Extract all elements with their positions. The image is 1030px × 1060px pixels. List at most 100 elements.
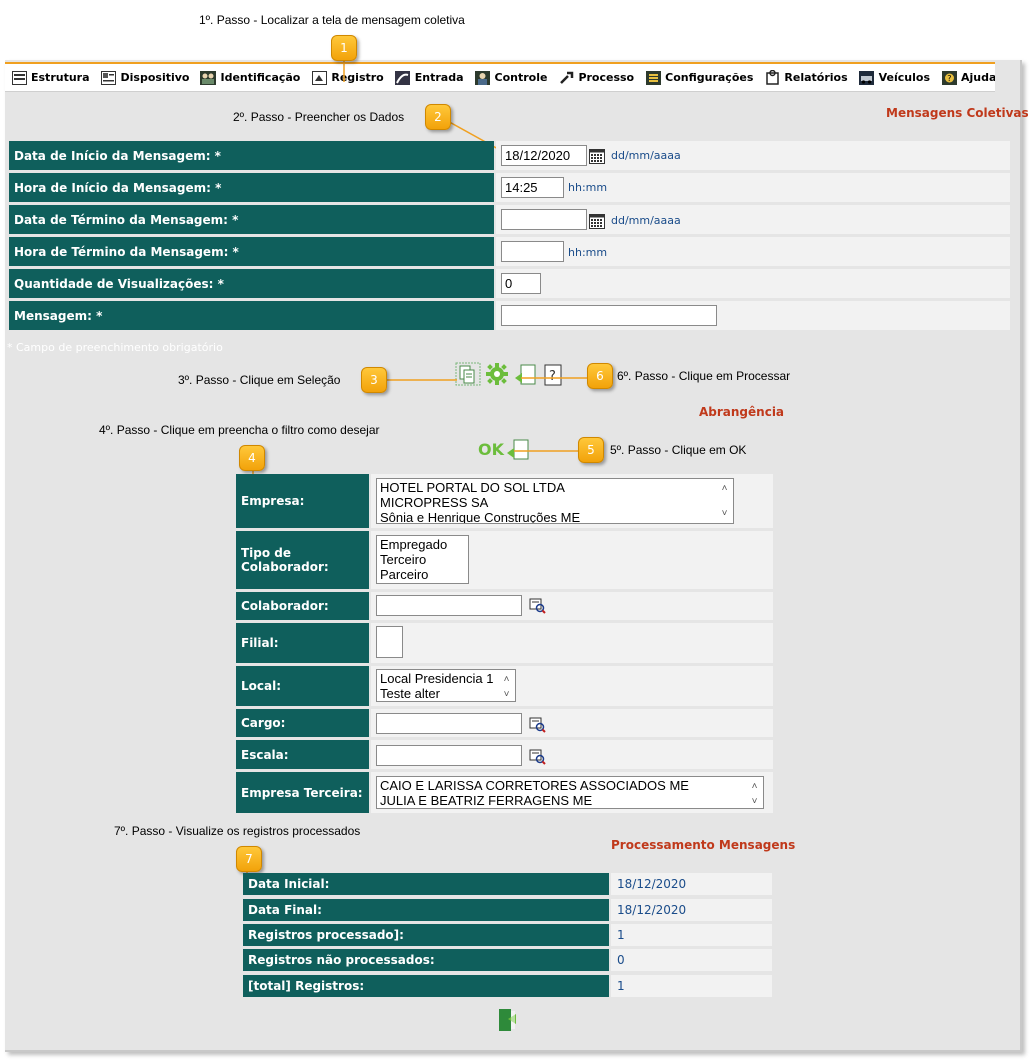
start-time-input[interactable] (501, 177, 564, 198)
results-label-processed: Registros processado]: (243, 924, 609, 946)
end-date-format: dd/mm/aaaa (611, 214, 681, 227)
chevron-up-icon[interactable]: ˄ (504, 672, 510, 687)
views-label: Quantidade de Visualizações: * (9, 269, 494, 298)
message-label: Mensagem: * (9, 301, 494, 330)
lookup-icon[interactable] (529, 717, 546, 733)
results-label-start-date: Data Inicial: (243, 873, 609, 895)
collab-type-label: Tipo de Colaborador: (236, 531, 369, 589)
results-label-end-date: Data Final: (243, 899, 609, 921)
results-value-end-date: 18/12/2020 (611, 899, 772, 921)
lookup-icon[interactable] (529, 749, 546, 765)
end-time-label: Hora de Término da Mensagem: * (9, 237, 494, 266)
list-item[interactable]: Terceiro (380, 552, 465, 567)
scrollbar[interactable]: ˄ ˅ (498, 670, 515, 701)
device-icon (101, 70, 117, 85)
required-note: * Campo de preenchimento obrigatório (7, 341, 223, 354)
position-label: Cargo: (236, 709, 369, 737)
position-input[interactable] (376, 713, 522, 734)
start-time-format: hh:mm (568, 181, 608, 194)
location-label: Local: (236, 666, 369, 706)
menu-veiculos[interactable]: Veículos (859, 70, 930, 85)
list-item[interactable]: MICROPRESS SA (380, 495, 730, 510)
menu-processo[interactable]: Processo (558, 70, 634, 85)
menu-configuracoes[interactable]: Configurações (645, 70, 753, 85)
results-label-total: [total] Registros: (243, 975, 609, 997)
control-icon (475, 70, 491, 85)
settings-icon (645, 70, 661, 85)
chevron-down-icon[interactable]: ˅ (722, 506, 728, 521)
step5-note: 5º. Passo - Clique em OK (610, 443, 747, 457)
form-title: Mensagens Coletivas (886, 106, 1029, 120)
company-listbox[interactable]: HOTEL PORTAL DO SOL LTDA MICROPRESS SA S… (376, 478, 734, 524)
company-label: Empresa: (236, 474, 369, 528)
step4-note: 4º. Passo - Clique em preencha o filtro … (99, 423, 380, 437)
menu-estrutura[interactable]: Estrutura (11, 70, 90, 85)
chevron-down-icon[interactable]: ˅ (752, 794, 758, 808)
collaborator-label: Colaborador: (236, 592, 369, 620)
chevron-up-icon[interactable]: ˄ (722, 481, 728, 496)
location-listbox[interactable]: Local Presidencia 1 Teste alter ˄ ˅ (376, 669, 516, 702)
results-label-not-processed: Registros não processados: (243, 949, 609, 971)
chevron-up-icon[interactable]: ˄ (752, 779, 758, 794)
menu-controle[interactable]: Controle (475, 70, 547, 85)
callout-2: 2 (425, 104, 451, 130)
start-time-label: Hora de Início da Mensagem: * (9, 173, 494, 202)
results-title: Processamento Mensagens (611, 838, 796, 852)
third-company-listbox[interactable]: CAIO E LARISSA CORRETORES ASSOCIADOS ME … (376, 776, 764, 809)
ok-button[interactable]: OK (478, 440, 504, 459)
structure-icon (11, 70, 27, 85)
return-icon[interactable] (497, 1007, 519, 1033)
callout-1: 1 (331, 35, 357, 61)
views-cell (496, 269, 1010, 298)
menu-identificacao[interactable]: Identificação (200, 70, 300, 85)
list-item[interactable]: Local Presidencia 1 (380, 671, 512, 686)
end-time-format: hh:mm (568, 246, 608, 259)
calendar-icon[interactable] (589, 214, 605, 229)
menu-relatorios[interactable]: Relatórios (764, 70, 848, 85)
end-date-input[interactable] (501, 209, 587, 230)
end-date-label: Data de Término da Mensagem: * (9, 205, 494, 234)
lookup-icon[interactable] (529, 598, 546, 614)
scrollbar[interactable]: ˄ ˅ (716, 479, 733, 523)
start-date-format: dd/mm/aaaa (611, 149, 681, 162)
start-date-input[interactable] (501, 145, 587, 166)
list-item[interactable]: JULIA E BEATRIZ FERRAGENS ME (380, 793, 760, 808)
menu-entrada[interactable]: Entrada (395, 70, 464, 85)
collab-type-listbox[interactable]: Empregado Terceiro Parceiro (376, 535, 469, 584)
list-item[interactable]: Sônia e Henrique Construções ME (380, 510, 730, 523)
identification-icon (200, 70, 217, 85)
collaborator-input[interactable] (376, 595, 522, 616)
schedule-input[interactable] (376, 745, 522, 766)
calendar-icon[interactable] (589, 149, 605, 164)
results-value-start-date: 18/12/2020 (611, 873, 772, 895)
callout-3: 3 (361, 367, 387, 393)
list-item[interactable]: CAIO E LARISSA CORRETORES ASSOCIADOS ME (380, 778, 760, 793)
list-item[interactable]: Teste alter (380, 686, 512, 701)
svg-text:?: ? (947, 74, 951, 83)
list-item[interactable]: Parceiro (380, 567, 465, 582)
list-item[interactable]: Empregado (380, 537, 465, 552)
schedule-label: Escala: (236, 740, 369, 769)
vehicles-icon (859, 70, 875, 85)
callout-7: 7 (236, 846, 262, 872)
menu-dispositivo[interactable]: Dispositivo (101, 70, 189, 85)
list-item[interactable]: HOTEL PORTAL DO SOL LTDA (380, 480, 730, 495)
scope-title: Abrangência (699, 405, 785, 419)
results-value-processed: 1 (611, 924, 772, 946)
message-input[interactable] (501, 305, 717, 326)
branch-listbox[interactable] (376, 626, 403, 658)
process-gear-icon[interactable] (485, 362, 509, 386)
chevron-down-icon[interactable]: ˅ (504, 687, 510, 701)
help-icon: ? (941, 70, 957, 85)
third-company-label: Empresa Terceira: (236, 772, 369, 813)
callout-6: 6 (587, 363, 613, 389)
scrollbar[interactable]: ˄ ˅ (746, 777, 763, 808)
views-input[interactable] (501, 273, 541, 294)
step3-note: 3º. Passo - Clique em Seleção (178, 373, 341, 387)
end-time-input[interactable] (501, 241, 564, 262)
process-icon (558, 70, 574, 85)
menu-ajuda[interactable]: ? Ajuda (941, 70, 995, 85)
callout-5: 5 (578, 437, 604, 463)
callout-4: 4 (239, 445, 265, 471)
branch-label: Filial: (236, 623, 369, 663)
